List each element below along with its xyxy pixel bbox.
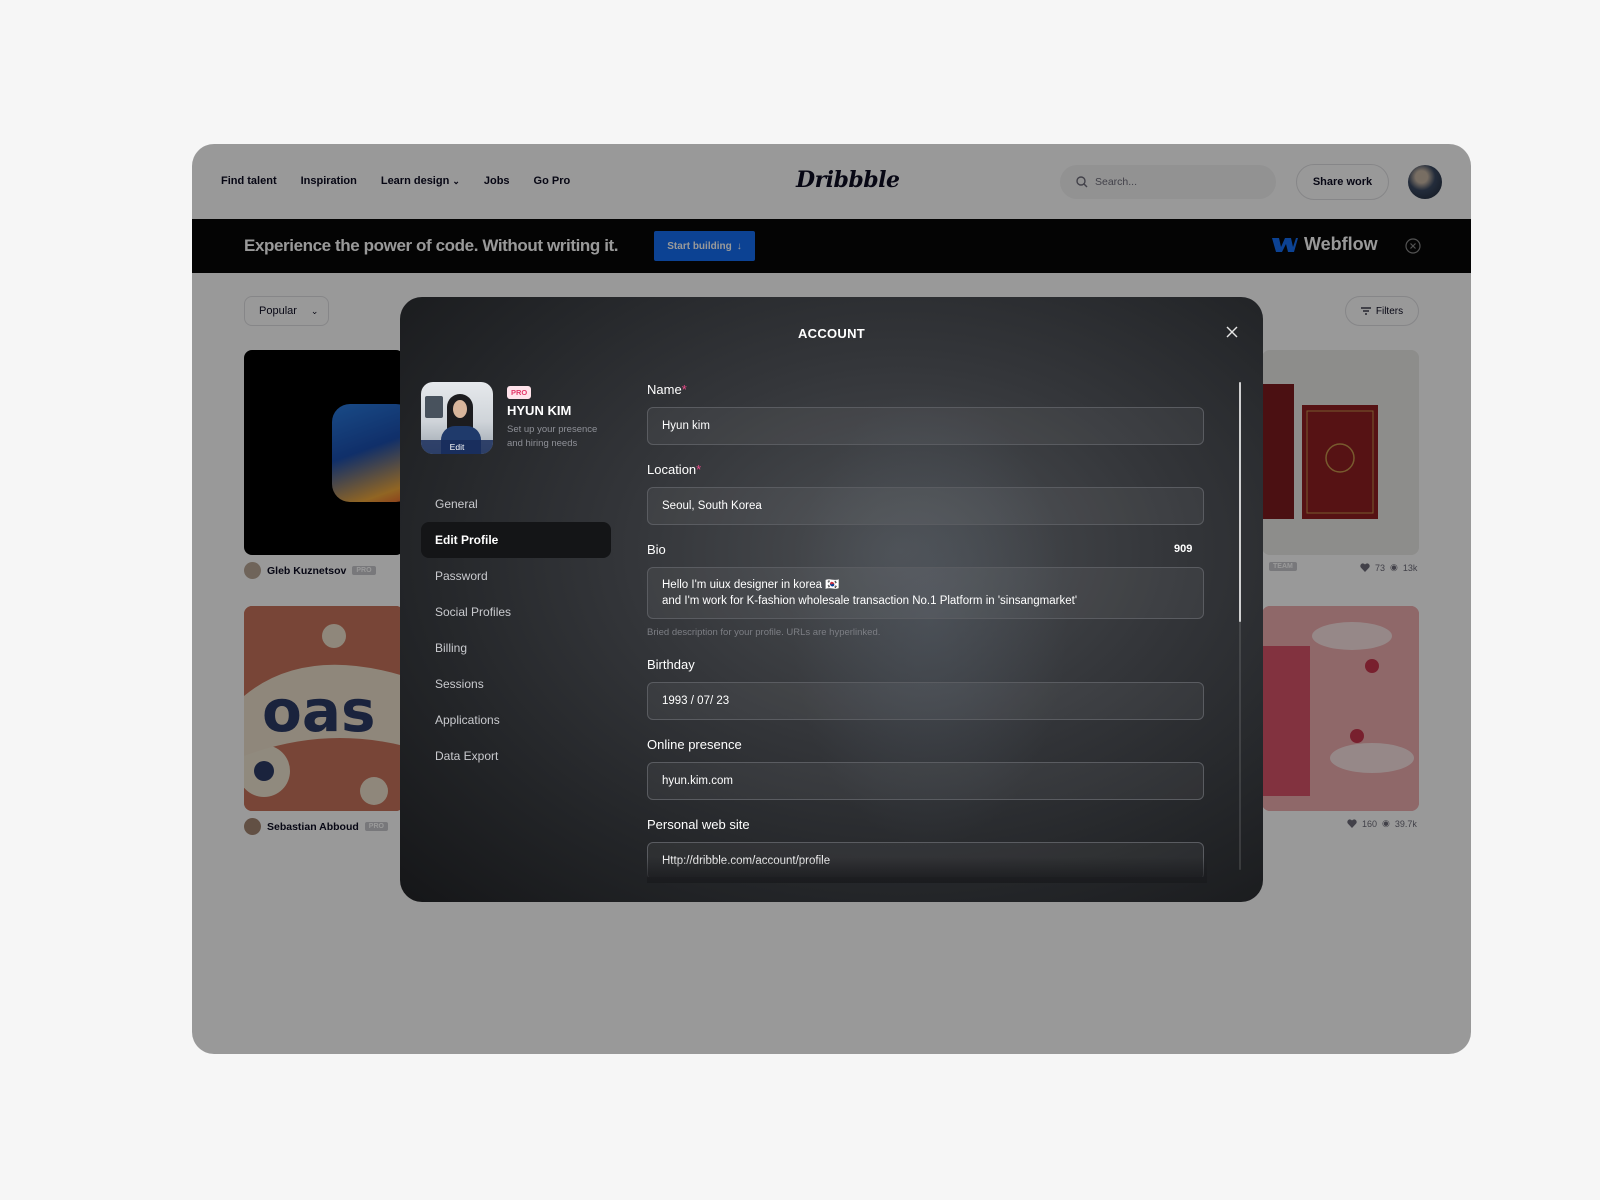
bio-label: Bio xyxy=(647,542,666,557)
location-label-text: Location xyxy=(647,462,697,477)
menu-item-general[interactable]: General xyxy=(421,486,611,522)
name-label: Name* xyxy=(647,382,687,397)
online-presence-field[interactable]: hyun.kim.com xyxy=(647,762,1204,800)
bio-helper-text: Bried description for your profile. URLs… xyxy=(647,627,881,638)
birthday-field[interactable]: 1993 / 07/ 23 xyxy=(647,682,1204,720)
account-modal: ACCOUNT Edit PRO HYUN KIM Set up your pr… xyxy=(400,297,1263,902)
scrollbar-thumb[interactable] xyxy=(1239,382,1241,622)
bio-line: Hello I'm uiux designer in korea 🇰🇷 xyxy=(662,579,840,591)
online-presence-label: Online presence xyxy=(647,737,742,752)
menu-item-sessions[interactable]: Sessions xyxy=(421,666,611,702)
required-mark: * xyxy=(681,382,687,397)
menu-item-data-export[interactable]: Data Export xyxy=(421,738,611,774)
birthday-label: Birthday xyxy=(647,657,695,672)
photo-detail xyxy=(425,396,443,418)
location-field[interactable]: Seoul, South Korea xyxy=(647,487,1204,525)
close-icon[interactable] xyxy=(1226,326,1238,338)
edit-photo-button[interactable]: Edit xyxy=(421,440,493,454)
required-mark: * xyxy=(696,462,702,477)
profile-photo[interactable]: Edit xyxy=(421,382,493,454)
name-field[interactable]: Hyun kim xyxy=(647,407,1204,445)
menu-item-applications[interactable]: Applications xyxy=(421,702,611,738)
menu-item-social-profiles[interactable]: Social Profiles xyxy=(421,594,611,630)
bio-line: and I'm work for K-fashion wholesale tra… xyxy=(662,595,1078,607)
bio-textarea[interactable]: Hello I'm uiux designer in korea 🇰🇷 and … xyxy=(647,567,1204,619)
pro-badge: PRO xyxy=(507,386,532,399)
location-label: Location* xyxy=(647,462,701,477)
form-fade xyxy=(647,857,1207,883)
menu-item-billing[interactable]: Billing xyxy=(421,630,611,666)
name-label-text: Name xyxy=(647,382,682,397)
bio-char-counter: 909 xyxy=(1174,543,1193,555)
profile-subtitle: Set up your presence and hiring needs xyxy=(507,424,598,449)
photo-detail xyxy=(453,400,467,418)
profile-name: HYUN KIM xyxy=(507,403,572,418)
settings-menu: General Edit Profile Password Social Pro… xyxy=(421,486,611,774)
menu-item-edit-profile[interactable]: Edit Profile xyxy=(421,522,611,558)
menu-item-password[interactable]: Password xyxy=(421,558,611,594)
edit-profile-form: Name* Hyun kim Location* Seoul, South Ko… xyxy=(647,297,1207,877)
website-label: Personal web site xyxy=(647,817,750,832)
